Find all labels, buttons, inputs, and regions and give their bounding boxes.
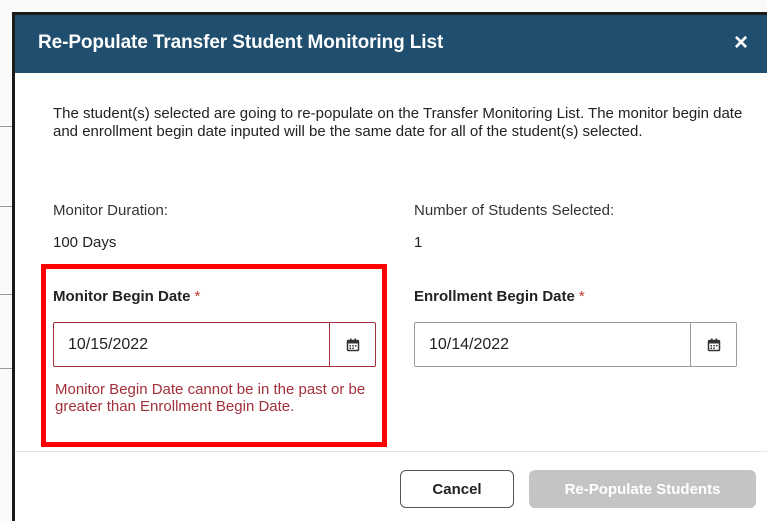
repopulate-dialog: Re-Populate Transfer Student Monitoring … [12,12,767,521]
close-icon: × [733,29,748,56]
enrollment-begin-date-label: Enrollment Begin Date * [414,288,585,305]
backdrop-divider [0,294,12,295]
dialog-title: Re-Populate Transfer Student Monitoring … [38,32,444,53]
enrollment-begin-date-field[interactable]: 10/14/2022 [414,322,737,367]
calendar-icon [707,338,720,351]
students-selected-label: Number of Students Selected: [414,202,615,219]
monitor-duration-label: Monitor Duration: [53,202,169,219]
close-button[interactable]: × [729,28,753,58]
enrollment-begin-calendar-button[interactable] [690,323,736,366]
monitor-duration-value: 100 Days [53,234,117,251]
students-selected-value: 1 [414,234,423,251]
cancel-button[interactable]: Cancel [400,470,514,508]
dialog-header: Re-Populate Transfer Student Monitoring … [15,15,767,73]
error-highlight-annotation [41,264,387,447]
backdrop-divider [0,368,12,369]
enrollment-begin-date-value[interactable]: 10/14/2022 [429,336,509,354]
backdrop-divider [0,206,12,207]
enrollment-begin-date-label-text: Enrollment Begin Date [414,288,575,305]
dialog-description: The student(s) selected are going to re-… [53,105,743,140]
repopulate-students-button[interactable]: Re-Populate Students [529,470,756,508]
required-indicator: * [578,288,585,305]
footer-divider [15,451,767,452]
backdrop-divider [0,126,12,127]
